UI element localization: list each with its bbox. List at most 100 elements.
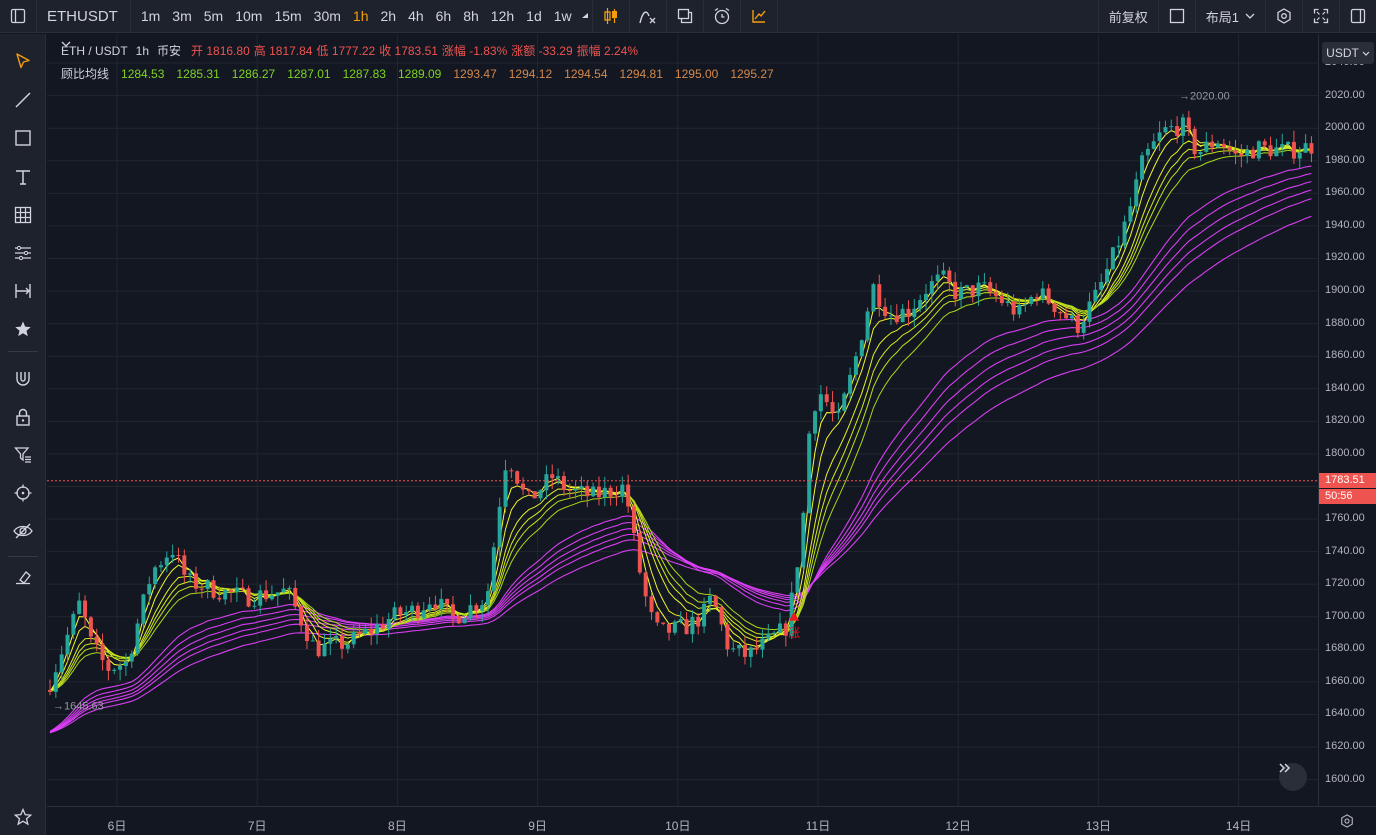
interval-5m[interactable]: 5m	[198, 0, 229, 33]
compare-icon[interactable]	[667, 0, 703, 33]
adjust-button[interactable]: 前复权	[1099, 0, 1158, 33]
candle-body	[310, 640, 315, 642]
candle-body	[252, 605, 257, 607]
interval-6h[interactable]: 6h	[430, 0, 458, 33]
ma-values: 1284.53 1285.31 1286.27 1287.01 1287.83 1289.…	[121, 63, 786, 86]
price-tick: 1620.00	[1325, 740, 1365, 753]
candle-body	[988, 282, 993, 292]
chart-pane[interactable]: →2020.00 →1645.63 涨 ETH / USDT 1h 币安 开 181…	[47, 34, 1319, 806]
candle-body	[194, 573, 198, 589]
candle-body	[1081, 321, 1086, 333]
eraser-icon[interactable]	[0, 559, 46, 595]
candle-body	[363, 628, 368, 634]
candle-body	[100, 643, 105, 661]
candle-body	[205, 580, 210, 590]
filter-icon[interactable]	[0, 437, 46, 473]
candle-body	[1256, 141, 1261, 159]
candle-body	[702, 603, 707, 627]
candle-body	[684, 619, 689, 635]
interval-30m[interactable]: 30m	[308, 0, 347, 33]
target-icon[interactable]	[0, 475, 46, 511]
candle-body	[147, 584, 152, 595]
candle-body	[1134, 179, 1139, 207]
star-outline-icon[interactable]	[0, 799, 46, 835]
interval-3m[interactable]: 3m	[166, 0, 197, 33]
candle-body	[1157, 132, 1162, 142]
trend-line-icon[interactable]	[0, 82, 46, 118]
favorite-star-icon[interactable]	[0, 311, 46, 347]
interval-2h[interactable]: 2h	[374, 0, 402, 33]
collapse-chevron-icon[interactable]	[61, 40, 71, 48]
interval-list: 1m 3m 5m 10m 15m 30m 1h 2h 4h 6h 8h 12h 1d 1w	[131, 0, 578, 33]
measure-icon[interactable]	[0, 273, 46, 309]
interval-12h[interactable]: 12h	[485, 0, 520, 33]
interval-1h[interactable]: 1h	[347, 0, 375, 33]
time-axis[interactable]: 6日 7日 8日 9日 10日 11日 12日 13日 14日	[47, 806, 1319, 835]
candle-style-icon[interactable]	[593, 0, 629, 33]
candle-body	[888, 315, 893, 317]
candle-body	[217, 597, 222, 600]
candle-body	[894, 315, 899, 323]
rectangle-icon[interactable]	[0, 120, 46, 156]
alert-clock-icon[interactable]	[704, 0, 740, 33]
candle-body	[801, 512, 806, 568]
candle-body	[900, 308, 905, 323]
sidebar-toggle-icon[interactable]	[0, 0, 36, 33]
interval-1w[interactable]: 1w	[548, 0, 578, 33]
candle-body	[1034, 297, 1039, 299]
candle-body	[427, 604, 432, 611]
grid-pattern-icon[interactable]	[0, 197, 46, 233]
cursor-arrow-icon[interactable]	[0, 43, 46, 79]
candle-body	[632, 506, 636, 533]
candle-body	[129, 653, 134, 662]
interval-1d[interactable]: 1d	[520, 0, 548, 33]
lock-icon[interactable]	[0, 399, 46, 435]
interval-15m[interactable]: 15m	[268, 0, 307, 33]
fib-lines-icon[interactable]	[0, 235, 46, 271]
chart-canvas[interactable]: →2020.00 →1645.63 涨	[47, 34, 1319, 806]
price-tick: 1860.00	[1325, 349, 1365, 362]
dropdown-triangle-icon[interactable]	[578, 0, 592, 33]
candle-body	[188, 573, 193, 575]
layout-selector[interactable]: 布局1	[1196, 0, 1265, 33]
indicator-legend-row: 顾比均线 1284.53 1285.31 1286.27 1287.01 1287.83…	[61, 63, 786, 86]
symbol-selector[interactable]: ETHUSDT	[37, 0, 130, 33]
settings-gear-icon[interactable]	[1266, 0, 1302, 33]
candle-body	[1070, 315, 1074, 319]
candle-body	[1268, 145, 1273, 157]
candle-body	[1210, 141, 1215, 148]
candle-body	[1029, 297, 1034, 304]
candle-body	[614, 496, 619, 498]
eye-hide-icon[interactable]	[0, 513, 46, 549]
interval-10m[interactable]: 10m	[229, 0, 268, 33]
candle-body	[59, 654, 64, 673]
expand-icon[interactable]	[1303, 0, 1339, 33]
interval-8h[interactable]: 8h	[457, 0, 485, 33]
chart-legend: ETH / USDT 1h 币安 开 1816.80 高 1817.84 低 177…	[61, 40, 786, 86]
scroll-to-realtime-button[interactable]	[1279, 763, 1307, 791]
magnet-icon[interactable]	[0, 361, 46, 397]
currency-selector[interactable]: USDT	[1322, 42, 1374, 64]
fullscreen-layout-icon[interactable]	[1159, 0, 1195, 33]
candle-body	[462, 618, 467, 624]
candle-body	[1093, 289, 1098, 302]
replay-icon[interactable]	[741, 0, 777, 33]
interval-1m[interactable]: 1m	[135, 0, 166, 33]
panel-toggle-icon[interactable]	[1340, 0, 1376, 33]
text-tool-icon[interactable]	[0, 159, 46, 195]
candle-body	[649, 596, 654, 613]
candle-body	[1023, 303, 1028, 305]
price-axis[interactable]: 2040.002020.002000.001980.001960.001940.…	[1318, 34, 1376, 806]
candle-body	[795, 567, 800, 593]
candle-body	[88, 617, 93, 637]
ohlc-item: 涨幅 -1.83%	[441, 44, 508, 58]
axis-settings-icon[interactable]	[1318, 806, 1376, 835]
indicator-name[interactable]: 顾比均线	[61, 63, 109, 86]
indicator-icon[interactable]	[630, 0, 666, 33]
interval-4h[interactable]: 4h	[402, 0, 430, 33]
candle-body	[521, 483, 526, 490]
candle-body	[964, 285, 969, 288]
candle-body	[345, 644, 350, 649]
candle-body	[637, 532, 642, 573]
candle-body	[1280, 144, 1285, 148]
